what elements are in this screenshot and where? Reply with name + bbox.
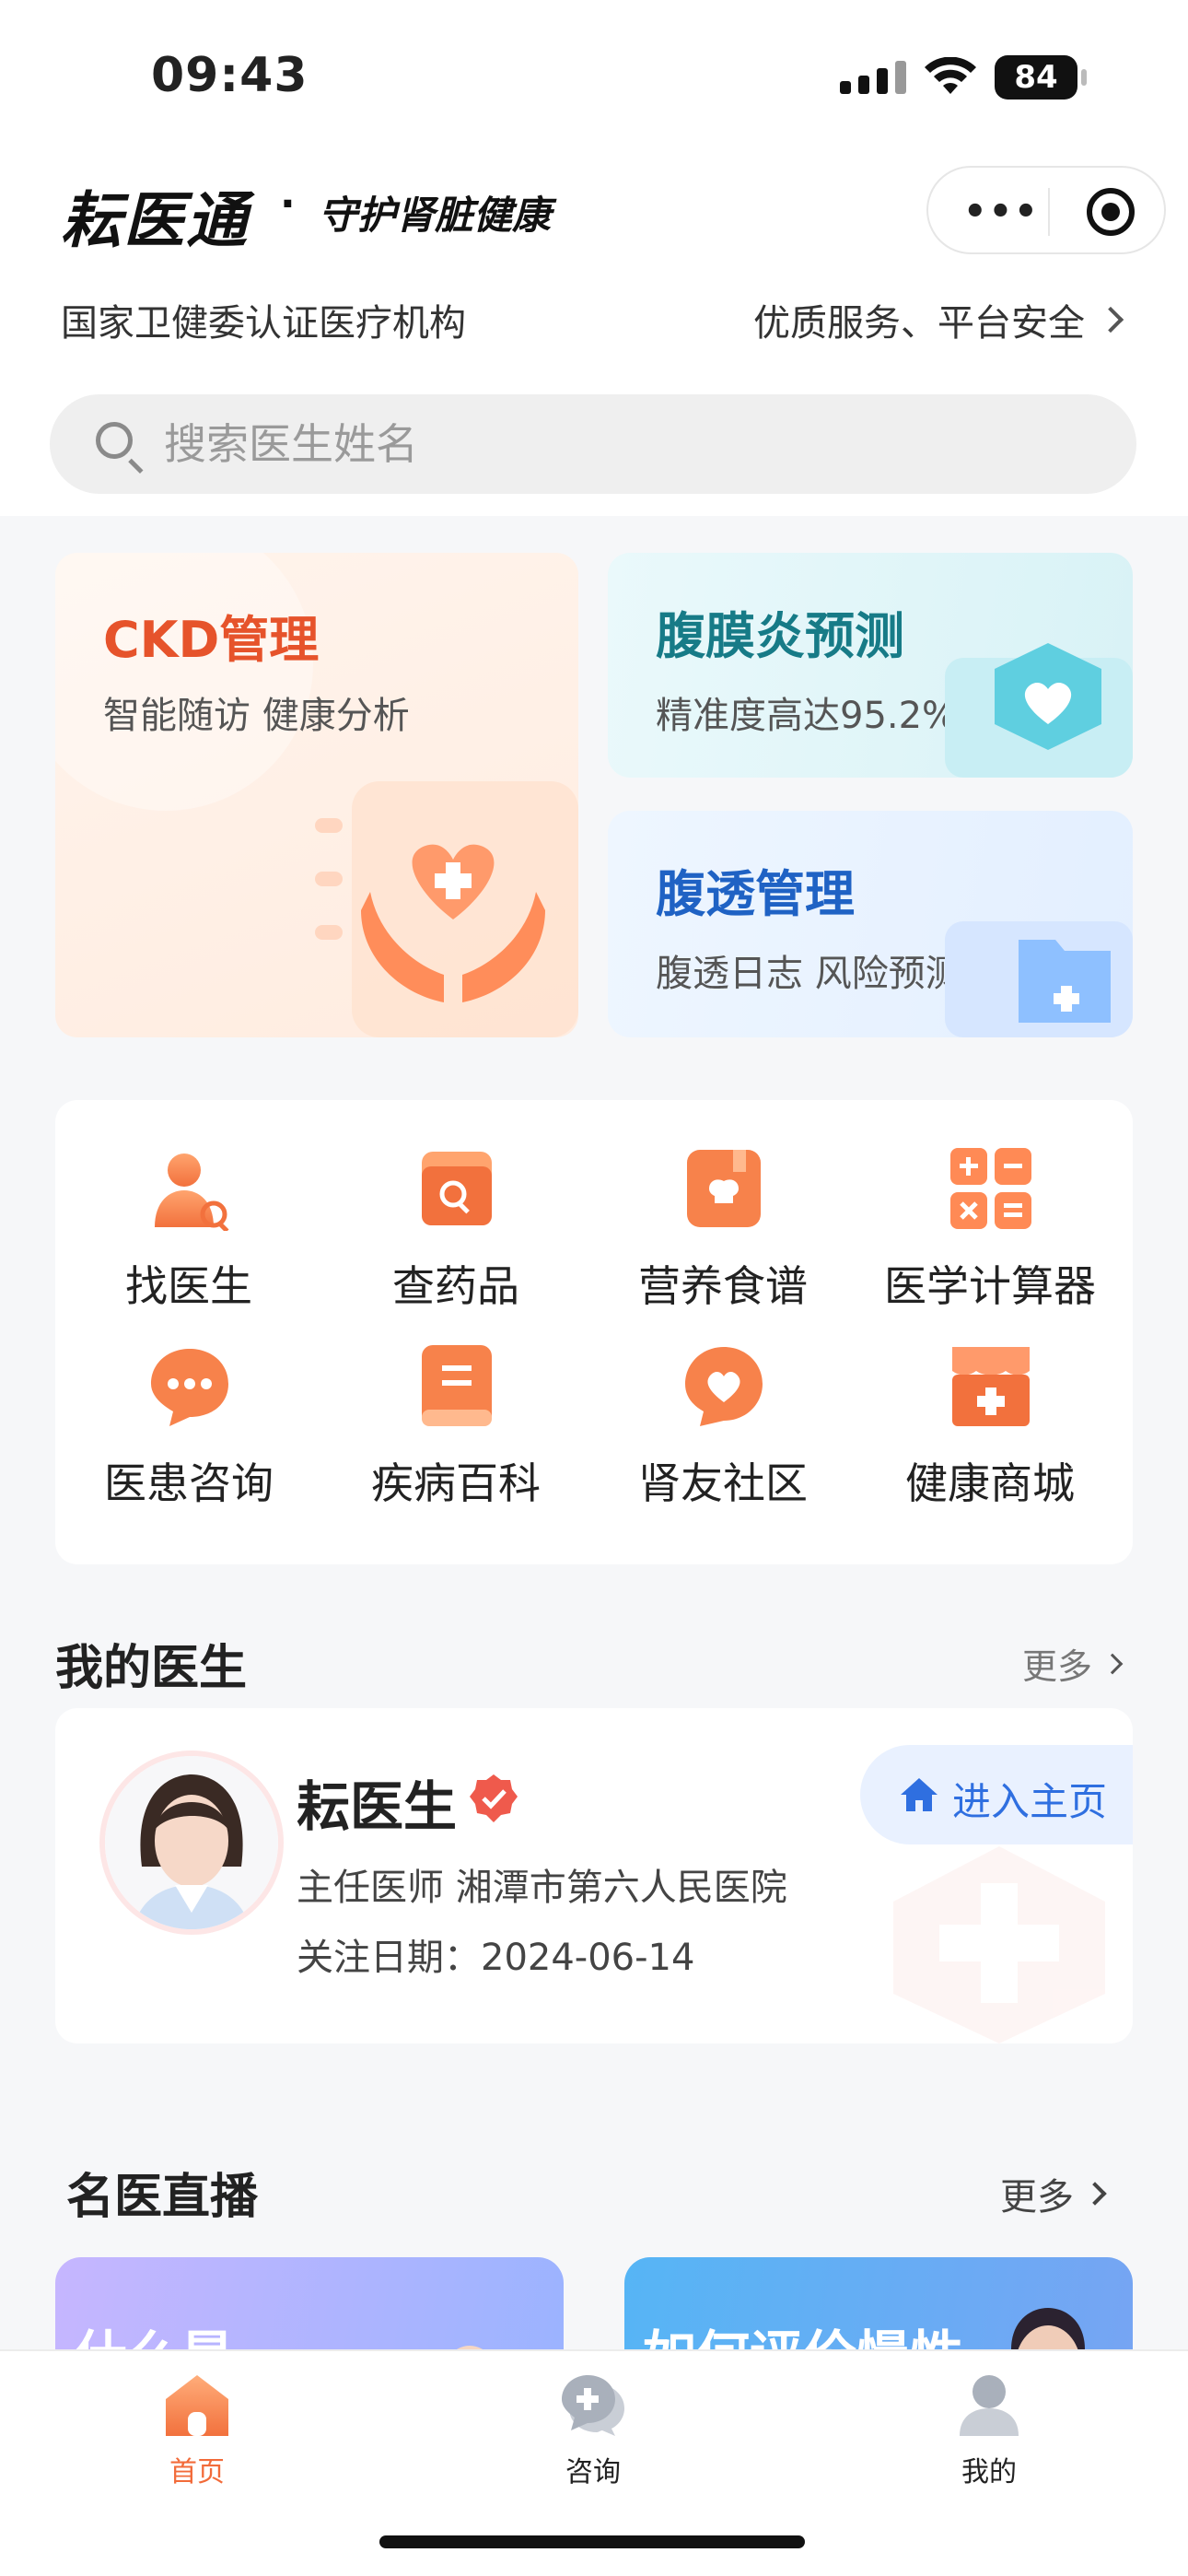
verified-badge-icon [470,1774,518,1822]
brand-logo: 耘医通 [61,185,249,256]
tab-home[interactable]: 首页 [105,2366,289,2504]
grid-item-recipe[interactable]: 营养食谱 [589,1146,856,1330]
decor-circle [55,553,313,811]
grid-label: 肾友社区 [638,1458,808,1508]
miniprogram-capsule: ••• [926,166,1166,254]
doctor-title-hospital: 主任医师 湘潭市第六人民医院 [297,1867,787,1909]
tab-label: 我的 [961,2456,1017,2488]
find-doctor-icon [155,1153,229,1231]
tab-consult[interactable]: 咨询 [501,2366,685,2504]
doctor-name: 耘医生 [297,1775,458,1838]
doctor-avatar [105,1756,278,1929]
consult-icon [562,2375,624,2436]
pd-title: 腹透管理 [656,865,855,923]
more-label: 更多 [1000,2176,1074,2219]
pd-management-card[interactable]: 腹透管理 腹透日志 风险预测 [608,811,1133,1037]
grid-label: 健康商城 [905,1458,1075,1508]
brand-separator: · [280,181,296,228]
grid-label: 医学计算器 [884,1261,1096,1311]
home-icon [901,1778,938,1811]
doctor-card[interactable]: 耘医生 主任医师 湘潭市第六人民医院 关注日期：2024-06-14 进入主页 [55,1708,1133,2043]
status-bar: 09:43 84 [0,0,1188,157]
chat-icon [151,1349,228,1426]
home-page: 09:43 84 耘医通 · 守护肾脏健康 ••• 国家卫健委认证医疗机构 优质… [0,0,1188,2576]
ckd-subtitle: 智能随访 健康分析 [103,695,410,737]
grid-item-community[interactable]: 肾友社区 [589,1343,856,1528]
grid-item-consult[interactable]: 医患咨询 [55,1343,322,1528]
heart-hands-icon [315,781,578,1037]
wifi-icon [925,57,976,94]
heart-shield-icon [945,643,1133,778]
home-icon [166,2375,228,2436]
tab-profile[interactable]: 我的 [897,2366,1081,2504]
grid-item-drug-search[interactable]: 查药品 [322,1146,589,1330]
grid-item-encyclopedia[interactable]: 疾病百科 [322,1343,589,1528]
certification-text: 国家卫健委认证医疗机构 [61,302,466,345]
service-grid: 找医生 查药品 营养食谱 医学计算器 医患咨询 疾病百科 肾友社区 健康商城 [55,1100,1133,1564]
grid-label: 查药品 [392,1261,519,1311]
search-input[interactable] [164,413,993,475]
my-doctor-more-link[interactable]: 更多 [1022,1638,1124,1689]
pd-subtitle: 腹透日志 风险预测 [656,953,962,995]
status-time: 09:43 [151,48,309,103]
ckd-title: CKD管理 [103,611,320,669]
tab-label: 咨询 [565,2456,621,2488]
search-bar[interactable] [50,394,1136,494]
follow-date: 关注日期：2024-06-14 [297,1937,695,1979]
tab-label: 首页 [169,2456,225,2488]
grid-label: 营养食谱 [638,1261,808,1311]
grid-label: 找医生 [125,1261,252,1311]
peritonitis-title: 腹膜炎预测 [656,607,904,665]
chevron-right-icon [1097,306,1124,334]
live-section-title: 名医直播 [66,2170,259,2225]
recipe-icon [687,1150,761,1227]
ckd-management-card[interactable]: CKD管理 智能随访 健康分析 [55,553,578,1037]
grid-item-shop[interactable]: 健康商城 [856,1343,1124,1528]
battery-icon: 84 [995,55,1087,100]
service-link-label: 优质服务、平台安全 [753,302,1085,345]
grid-item-calculator[interactable]: 医学计算器 [856,1146,1124,1330]
cellular-signal-icon [840,61,906,94]
my-doctor-title: 我的医生 [55,1641,248,1696]
chevron-right-icon [1083,2182,1107,2206]
doctor-portrait [105,1756,278,1929]
more-label: 更多 [1022,1646,1093,1687]
brand-slogan: 守护肾脏健康 [319,193,552,238]
peritonitis-subtitle: 精准度高达95.2% [656,695,958,737]
search-icon [96,422,133,459]
profile-icon [960,2375,1019,2436]
grid-label: 疾病百科 [371,1458,541,1508]
capsule-divider [1048,188,1050,236]
medical-cross-watermark [893,1846,1105,2043]
more-menu-button[interactable]: ••• [963,193,1040,230]
peritonitis-prediction-card[interactable]: 腹膜炎预测 精准度高达95.2% [608,553,1133,778]
enter-homepage-label: 进入主页 [952,1779,1108,1824]
live-more-link[interactable]: 更多 [1000,2167,1107,2220]
community-heart-icon [685,1347,763,1426]
book-icon [422,1345,492,1426]
folder-icon [945,921,1133,1037]
grid-item-find-doctor[interactable]: 找医生 [55,1146,322,1330]
calculator-icon [950,1148,1031,1229]
drug-search-icon [422,1152,492,1225]
home-indicator [379,2535,805,2548]
close-target-button[interactable] [1087,188,1135,236]
grid-label: 医患咨询 [104,1458,274,1508]
enter-homepage-button[interactable]: 进入主页 [860,1745,1133,1844]
service-link[interactable]: 优质服务、平台安全 [753,293,1124,346]
shop-icon [952,1347,1030,1426]
chevron-right-icon [1101,1653,1124,1674]
